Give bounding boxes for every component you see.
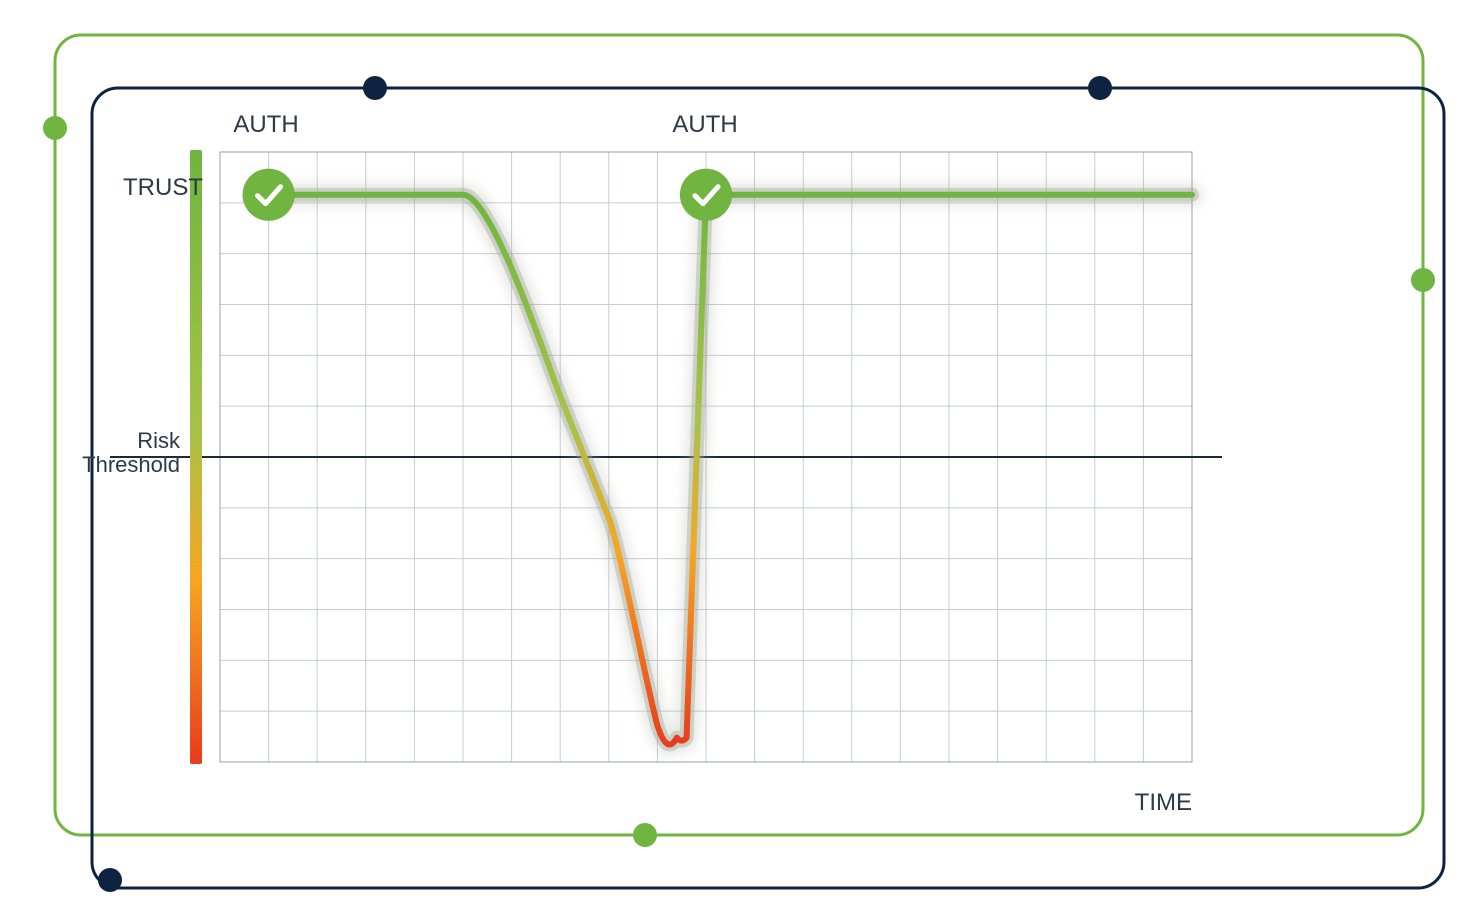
frame-dot-green-bottom — [633, 823, 657, 847]
y-axis-gradient-bar — [190, 150, 202, 764]
frame-dot-navy-top-right — [1088, 76, 1112, 100]
y-axis-label-risk2: Threshold — [82, 452, 180, 477]
frame-dot-green-left — [43, 116, 67, 140]
auth-label-1: AUTH — [233, 111, 298, 138]
auth-check-icon — [243, 169, 295, 221]
auth-label-2: AUTH — [672, 111, 737, 138]
y-axis-label-trust: TRUST — [123, 174, 203, 201]
frame-dot-navy-top-left — [363, 76, 387, 100]
frame-dot-navy-bottom — [98, 868, 122, 892]
plot-area — [110, 150, 1222, 764]
frame-dot-green-right — [1411, 268, 1435, 292]
trust-chart: TRUST Risk Threshold TIME AUTH AUTH — [0, 0, 1464, 922]
x-axis-label-time: TIME — [1135, 789, 1192, 816]
auth-check-icon — [680, 169, 732, 221]
y-axis-label-risk1: Risk — [137, 428, 181, 453]
